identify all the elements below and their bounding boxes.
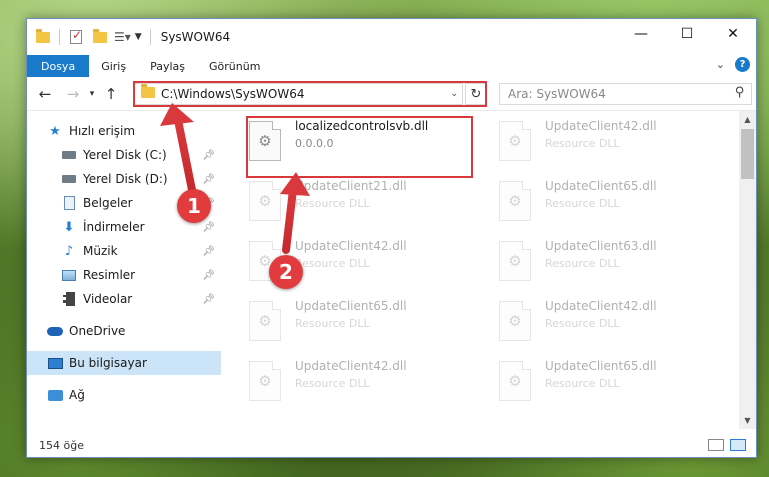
arrow-2 (280, 172, 310, 254)
step-marker-1: 1 (177, 189, 211, 223)
arrow-1 (160, 103, 196, 194)
step-marker-2: 2 (269, 255, 303, 289)
annotation-arrows (160, 103, 310, 254)
